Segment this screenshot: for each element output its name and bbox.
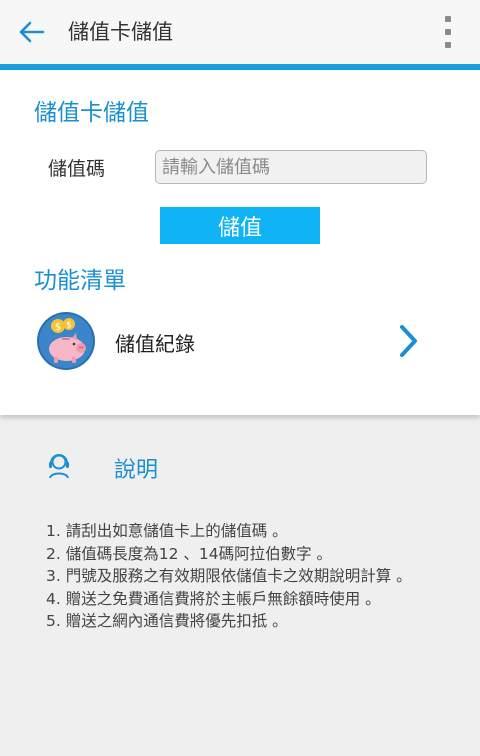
support-agent-icon (49, 454, 69, 479)
menu-section-title: 功能清單 (34, 268, 126, 294)
chevron-right-icon (400, 325, 417, 357)
dot-icon (445, 29, 451, 35)
list-item: 1. 請刮出如意儲值卡上的儲值碼 。 (46, 522, 288, 540)
arrow-left-icon (19, 21, 45, 43)
menu-item-label: 儲值紀錄 (115, 332, 195, 356)
topup-card: 儲值卡儲值 儲值碼 儲值 功能清單 $ $ 儲值紀錄 (0, 70, 480, 415)
page-title: 儲值卡儲值 (68, 20, 173, 44)
svg-text:$: $ (66, 321, 71, 331)
list-item: 4. 贈送之免費通信費將於主帳戶無餘額時使用 。 (46, 589, 381, 608)
list-item: 3. 門號及服務之有效期限依儲值卡之效期說明計算 。 (46, 567, 412, 585)
info-section-title: 說明 (114, 458, 159, 483)
back-button[interactable] (14, 16, 48, 48)
code-field-label: 儲值碼 (48, 158, 106, 180)
list-item: 5. 贈送之網內通信費將優先扣抵 。 (46, 612, 288, 630)
topup-button[interactable]: 儲值 (160, 207, 320, 244)
dot-icon (445, 16, 451, 22)
app-bar: 儲值卡儲值 (0, 0, 480, 64)
svg-text:$: $ (55, 322, 61, 333)
dot-icon (445, 42, 451, 48)
notes-list: 1. 請刮出如意儲值卡上的儲值碼 。 2. 儲值碼長度為12 、14碼阿拉伯數字… (46, 520, 426, 633)
piggy-bank-icon: $ $ (37, 312, 95, 370)
menu-item-topup-history[interactable]: $ $ 儲值紀錄 (0, 308, 480, 376)
overflow-menu-button[interactable] (442, 16, 454, 48)
topup-section-title: 儲值卡儲值 (34, 100, 149, 126)
list-item: 2. 儲值碼長度為12 、14碼阿拉伯數字 。 (46, 544, 333, 563)
code-input[interactable] (155, 150, 427, 184)
